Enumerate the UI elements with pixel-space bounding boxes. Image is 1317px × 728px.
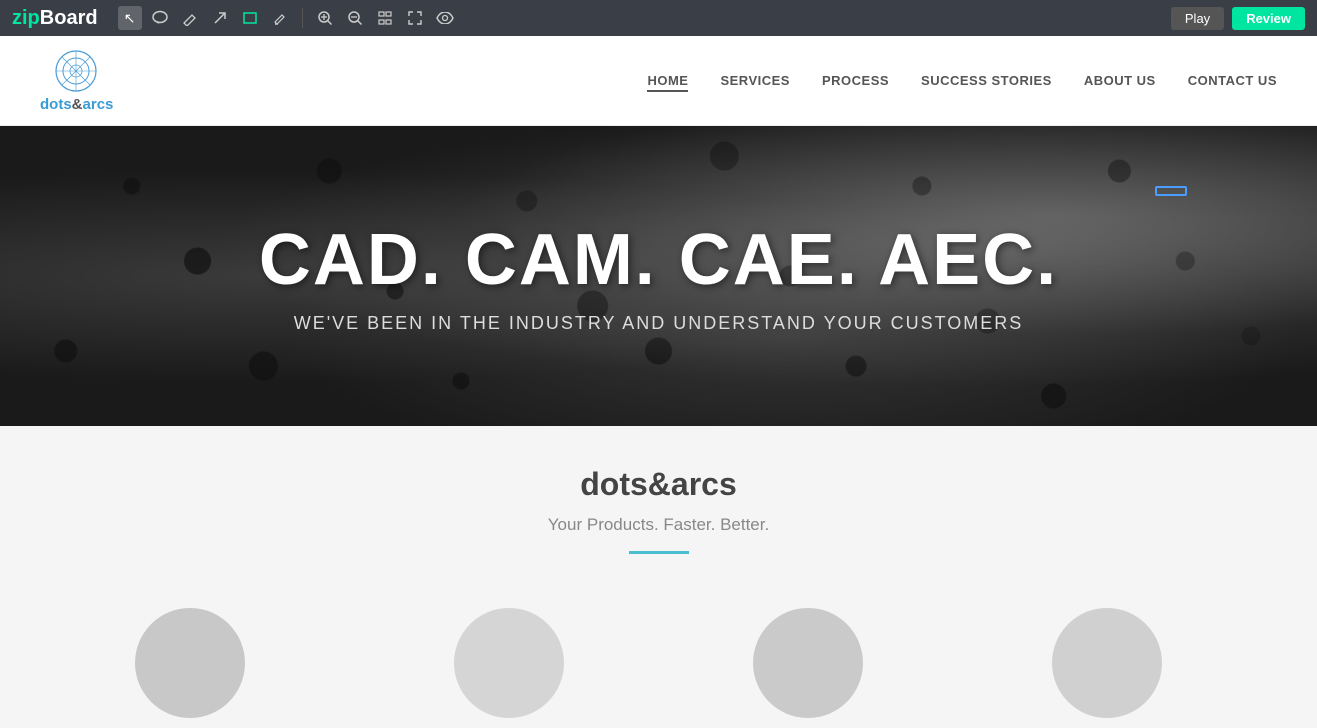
preview-icon[interactable] [433, 6, 457, 30]
circle-item-3 [753, 608, 863, 718]
nav-link-process[interactable]: PROCESS [822, 73, 889, 88]
nav-link-success[interactable]: SUCCESS STORIES [921, 73, 1052, 88]
fit-icon[interactable] [373, 6, 397, 30]
nav-item-about[interactable]: ABOUT US [1084, 72, 1156, 90]
site-navbar: dots&arcs HOME SERVICES PROCESS SUCCESS … [0, 36, 1317, 126]
divider-line [629, 551, 689, 554]
logo-text: dots&arcs [40, 96, 113, 113]
cursor-icon[interactable]: ↖ [118, 6, 142, 30]
fullscreen-icon[interactable] [403, 6, 427, 30]
toolbar-right: Play Review [1171, 7, 1305, 30]
zoom-in-icon[interactable] [313, 6, 337, 30]
hero-subtitle: WE'VE BEEN IN THE INDUSTRY AND UNDERSTAN… [259, 313, 1058, 334]
rectangle-icon[interactable] [238, 6, 262, 30]
nav-links: HOME SERVICES PROCESS SUCCESS STORIES AB… [647, 72, 1277, 90]
logo-dots: dots [40, 96, 72, 113]
site-logo: dots&arcs [40, 49, 113, 113]
logo-board: Board [40, 7, 98, 29]
logo-arcs: arcs [83, 96, 114, 113]
nav-item-contact[interactable]: CONTACT US [1188, 72, 1277, 90]
toolbar: zipBoard ↖ [0, 0, 1317, 36]
circle-item-4 [1052, 608, 1162, 718]
hero-section: CAD. CAM. CAE. AEC. WE'VE BEEN IN THE IN… [0, 126, 1317, 426]
highlighter-icon[interactable] [268, 6, 292, 30]
logo-zip: zip [12, 7, 40, 29]
play-button[interactable]: Play [1171, 7, 1224, 30]
nav-link-home[interactable]: HOME [647, 73, 688, 92]
pen-icon[interactable] [178, 6, 202, 30]
zipboard-logo: zipBoard [12, 7, 98, 30]
toolbar-tools: ↖ [118, 6, 457, 30]
nav-item-success[interactable]: SUCCESS STORIES [921, 72, 1052, 90]
content-subtext: Your Products. Faster. Better. [20, 515, 1297, 535]
nav-link-about[interactable]: ABOUT US [1084, 73, 1156, 88]
toolbar-left: zipBoard ↖ [12, 6, 457, 30]
circle-item-2 [454, 608, 564, 718]
nav-item-home[interactable]: HOME [647, 72, 688, 90]
content-heading: dots&arcs [20, 466, 1297, 503]
review-button[interactable]: Review [1232, 7, 1305, 30]
arrow-icon[interactable] [208, 6, 232, 30]
hero-content: CAD. CAM. CAE. AEC. WE'VE BEEN IN THE IN… [259, 219, 1058, 334]
nav-item-process[interactable]: PROCESS [822, 72, 889, 90]
comment-icon[interactable] [148, 6, 172, 30]
logo-svg [49, 49, 104, 94]
nav-link-contact[interactable]: CONTACT US [1188, 73, 1277, 88]
zoom-out-icon[interactable] [343, 6, 367, 30]
circle-item-1 [135, 608, 245, 718]
content-section: dots&arcs Your Products. Faster. Better. [0, 426, 1317, 598]
hero-title: CAD. CAM. CAE. AEC. [259, 219, 1058, 301]
nav-item-services[interactable]: SERVICES [720, 72, 790, 90]
circles-row [0, 598, 1317, 728]
nav-link-services[interactable]: SERVICES [720, 73, 790, 88]
logo-and: & [72, 96, 83, 113]
tool-separator-1 [302, 8, 303, 28]
